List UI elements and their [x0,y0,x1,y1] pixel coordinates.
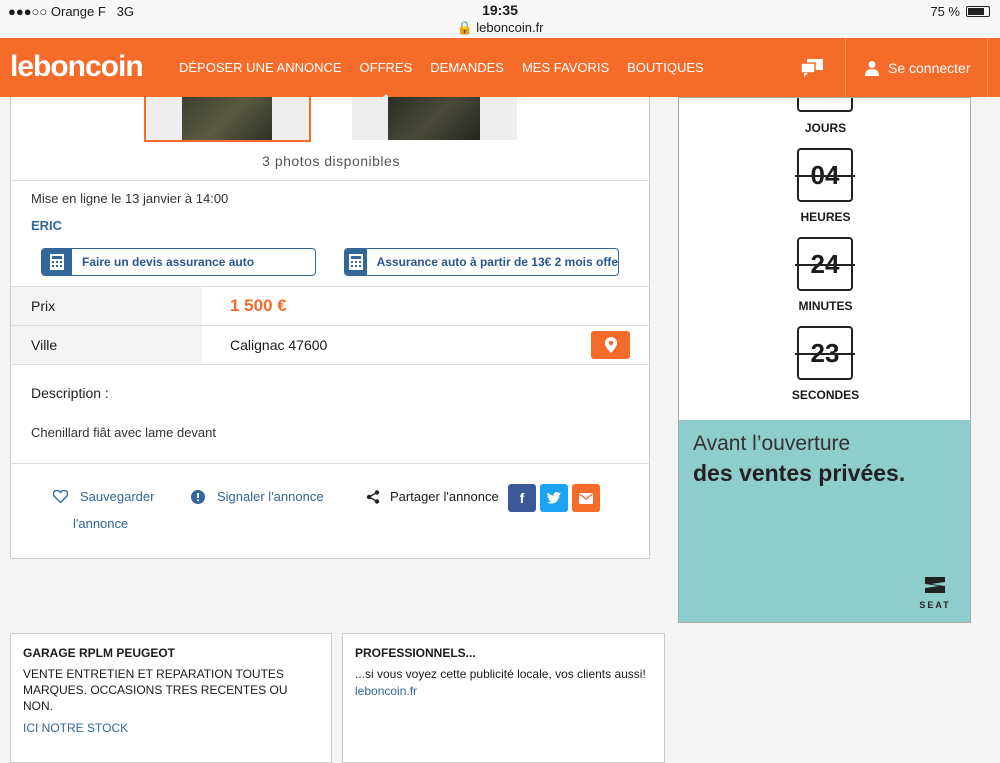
seat-emblem-icon [925,577,945,593]
seat-logo: SEAT [913,575,957,610]
nav-link-demandes[interactable]: DEMANDES [421,60,513,75]
countdown-minutes-label: MINUTES [798,299,853,313]
photo-image [388,97,480,140]
share-section: Partager l'annonce [366,489,499,504]
countdown-hours-box: 04 [795,148,855,202]
share-twitter-button[interactable] [540,484,568,512]
main-nav: DÉPOSER UNE ANNONCE OFFRES DEMANDES MES … [170,60,713,102]
insurance-quote-button[interactable]: Faire un devis assurance auto [41,248,316,276]
countdown-seconds-label: SECONDES [791,388,860,402]
nav-link-deposer[interactable]: DÉPOSER UNE ANNONCE [170,60,351,75]
map-pin-icon [604,337,617,353]
ad-headline-1: Avant l’ouverture [693,432,851,455]
login-button[interactable]: Se connecter [848,38,988,97]
ad-headline-2: des ventes privées. [693,460,906,486]
status-bar: ●●●○○ Orange F 3G 19:35 🔒 leboncoin.fr 7… [0,0,1000,38]
price-value: 1 500 € [230,296,287,315]
address-bar[interactable]: 🔒 leboncoin.fr [0,20,1000,36]
ad-card-professionnels[interactable]: PROFESSIONNELS... ...si vous voyez cette… [342,633,665,763]
alert-icon [191,489,205,504]
photo-image [182,97,272,140]
description-title: Description : [31,385,109,401]
price-row: Prix 1 500 € [11,287,649,326]
messages-button[interactable] [778,38,846,97]
countdown-minutes-box: 24 [795,237,855,291]
ad-card-garage[interactable]: GARAGE RPLM PEUGEOT VENTE ENTRETIEN ET R… [10,633,332,763]
heart-icon [53,490,68,503]
save-listing-button[interactable]: Sauvegarder [53,489,154,504]
url-label: leboncoin.fr [476,20,544,35]
card-link[interactable]: ICI NOTRE STOCK [23,721,319,735]
report-listing-button[interactable]: Signaler l'annonce [191,489,324,504]
insurance-offer-label: Assurance auto à partir de 13€ 2 mois of… [376,255,618,269]
share-facebook-button[interactable]: f [508,484,536,512]
description-text: Chenillard fiât avec lame devant [31,425,216,440]
battery-icon [966,6,990,17]
city-label: Ville [11,326,202,364]
lock-icon: 🔒 [456,20,473,35]
facebook-icon: f [519,490,525,506]
card-link[interactable]: leboncoin.fr [355,684,652,698]
advertisement[interactable]: JOURS 04 HEURES 24 MINUTES 23 SECONDES A… [678,97,971,623]
top-navbar: leboncoin DÉPOSER UNE ANNONCE OFFRES DEM… [0,38,1000,102]
city-row: Ville Calignac 47600 [11,326,649,365]
countdown-seconds-box: 23 [795,326,855,380]
save-label-line2: l'annonce [73,516,129,531]
ad-banner: Avant l’ouverture des ventes privées. SE… [679,420,970,622]
card-title: GARAGE RPLM PEUGEOT [23,646,176,660]
seat-wordmark: SEAT [919,600,951,610]
countdown-days-box [797,98,853,112]
insurance-quote-label: Faire un devis assurance auto [82,255,255,269]
twitter-icon [547,492,561,504]
share-icon [366,489,380,504]
email-icon [579,492,593,504]
battery-label: 75 % [930,4,960,19]
listing-actions: Sauvegarder l'annonce Signaler l'annonce… [11,464,649,560]
posted-date: Mise en ligne le 13 janvier à 14:00 [31,191,229,206]
card-body: VENTE ENTRETIEN ET REPARATION TOUTES MAR… [23,667,288,714]
save-label: Sauvegarder [80,489,155,504]
chat-icon [800,58,823,77]
photo-thumbnail-selected[interactable] [144,97,311,142]
save-listing-button-line2[interactable]: l'annonce [73,516,128,531]
battery-status: 75 % [930,4,990,19]
map-button[interactable] [591,331,630,359]
nav-link-boutiques[interactable]: BOUTIQUES [618,60,713,75]
nav-link-offres[interactable]: OFFRES [351,60,422,102]
description-section: Description : Chenillard fiât avec lame … [11,365,649,464]
countdown-hours-label: HEURES [800,210,851,224]
price-label: Prix [11,287,202,325]
calculator-icon [42,249,72,275]
city-value: Calignac 47600 [230,337,328,353]
insurance-offer-button[interactable]: Assurance auto à partir de 13€ 2 mois of… [344,248,619,276]
listing-panel: 3 photos disponibles Mise en ligne le 13… [10,97,650,559]
listing-meta: Mise en ligne le 13 janvier à 14:00 ERIC… [11,181,649,287]
share-email-button[interactable] [572,484,600,512]
user-icon [865,60,879,76]
nav-link-favoris[interactable]: MES FAVORIS [513,60,618,75]
report-label: Signaler l'annonce [217,489,324,504]
clock: 19:35 [482,2,518,18]
calculator-icon [345,249,367,275]
photo-thumbnail[interactable] [352,97,517,140]
photo-gallery: 3 photos disponibles [11,97,649,181]
login-label: Se connecter [888,59,971,76]
card-body: ...si vous voyez cette publicité locale,… [355,667,646,681]
share-label: Partager l'annonce [390,489,499,504]
countdown-days-label: JOURS [804,121,847,135]
card-title: PROFESSIONNELS... [355,646,476,660]
author-link[interactable]: ERIC [31,218,629,233]
site-logo[interactable]: leboncoin [10,50,144,84]
photos-count: 3 photos disponibles [262,153,400,169]
